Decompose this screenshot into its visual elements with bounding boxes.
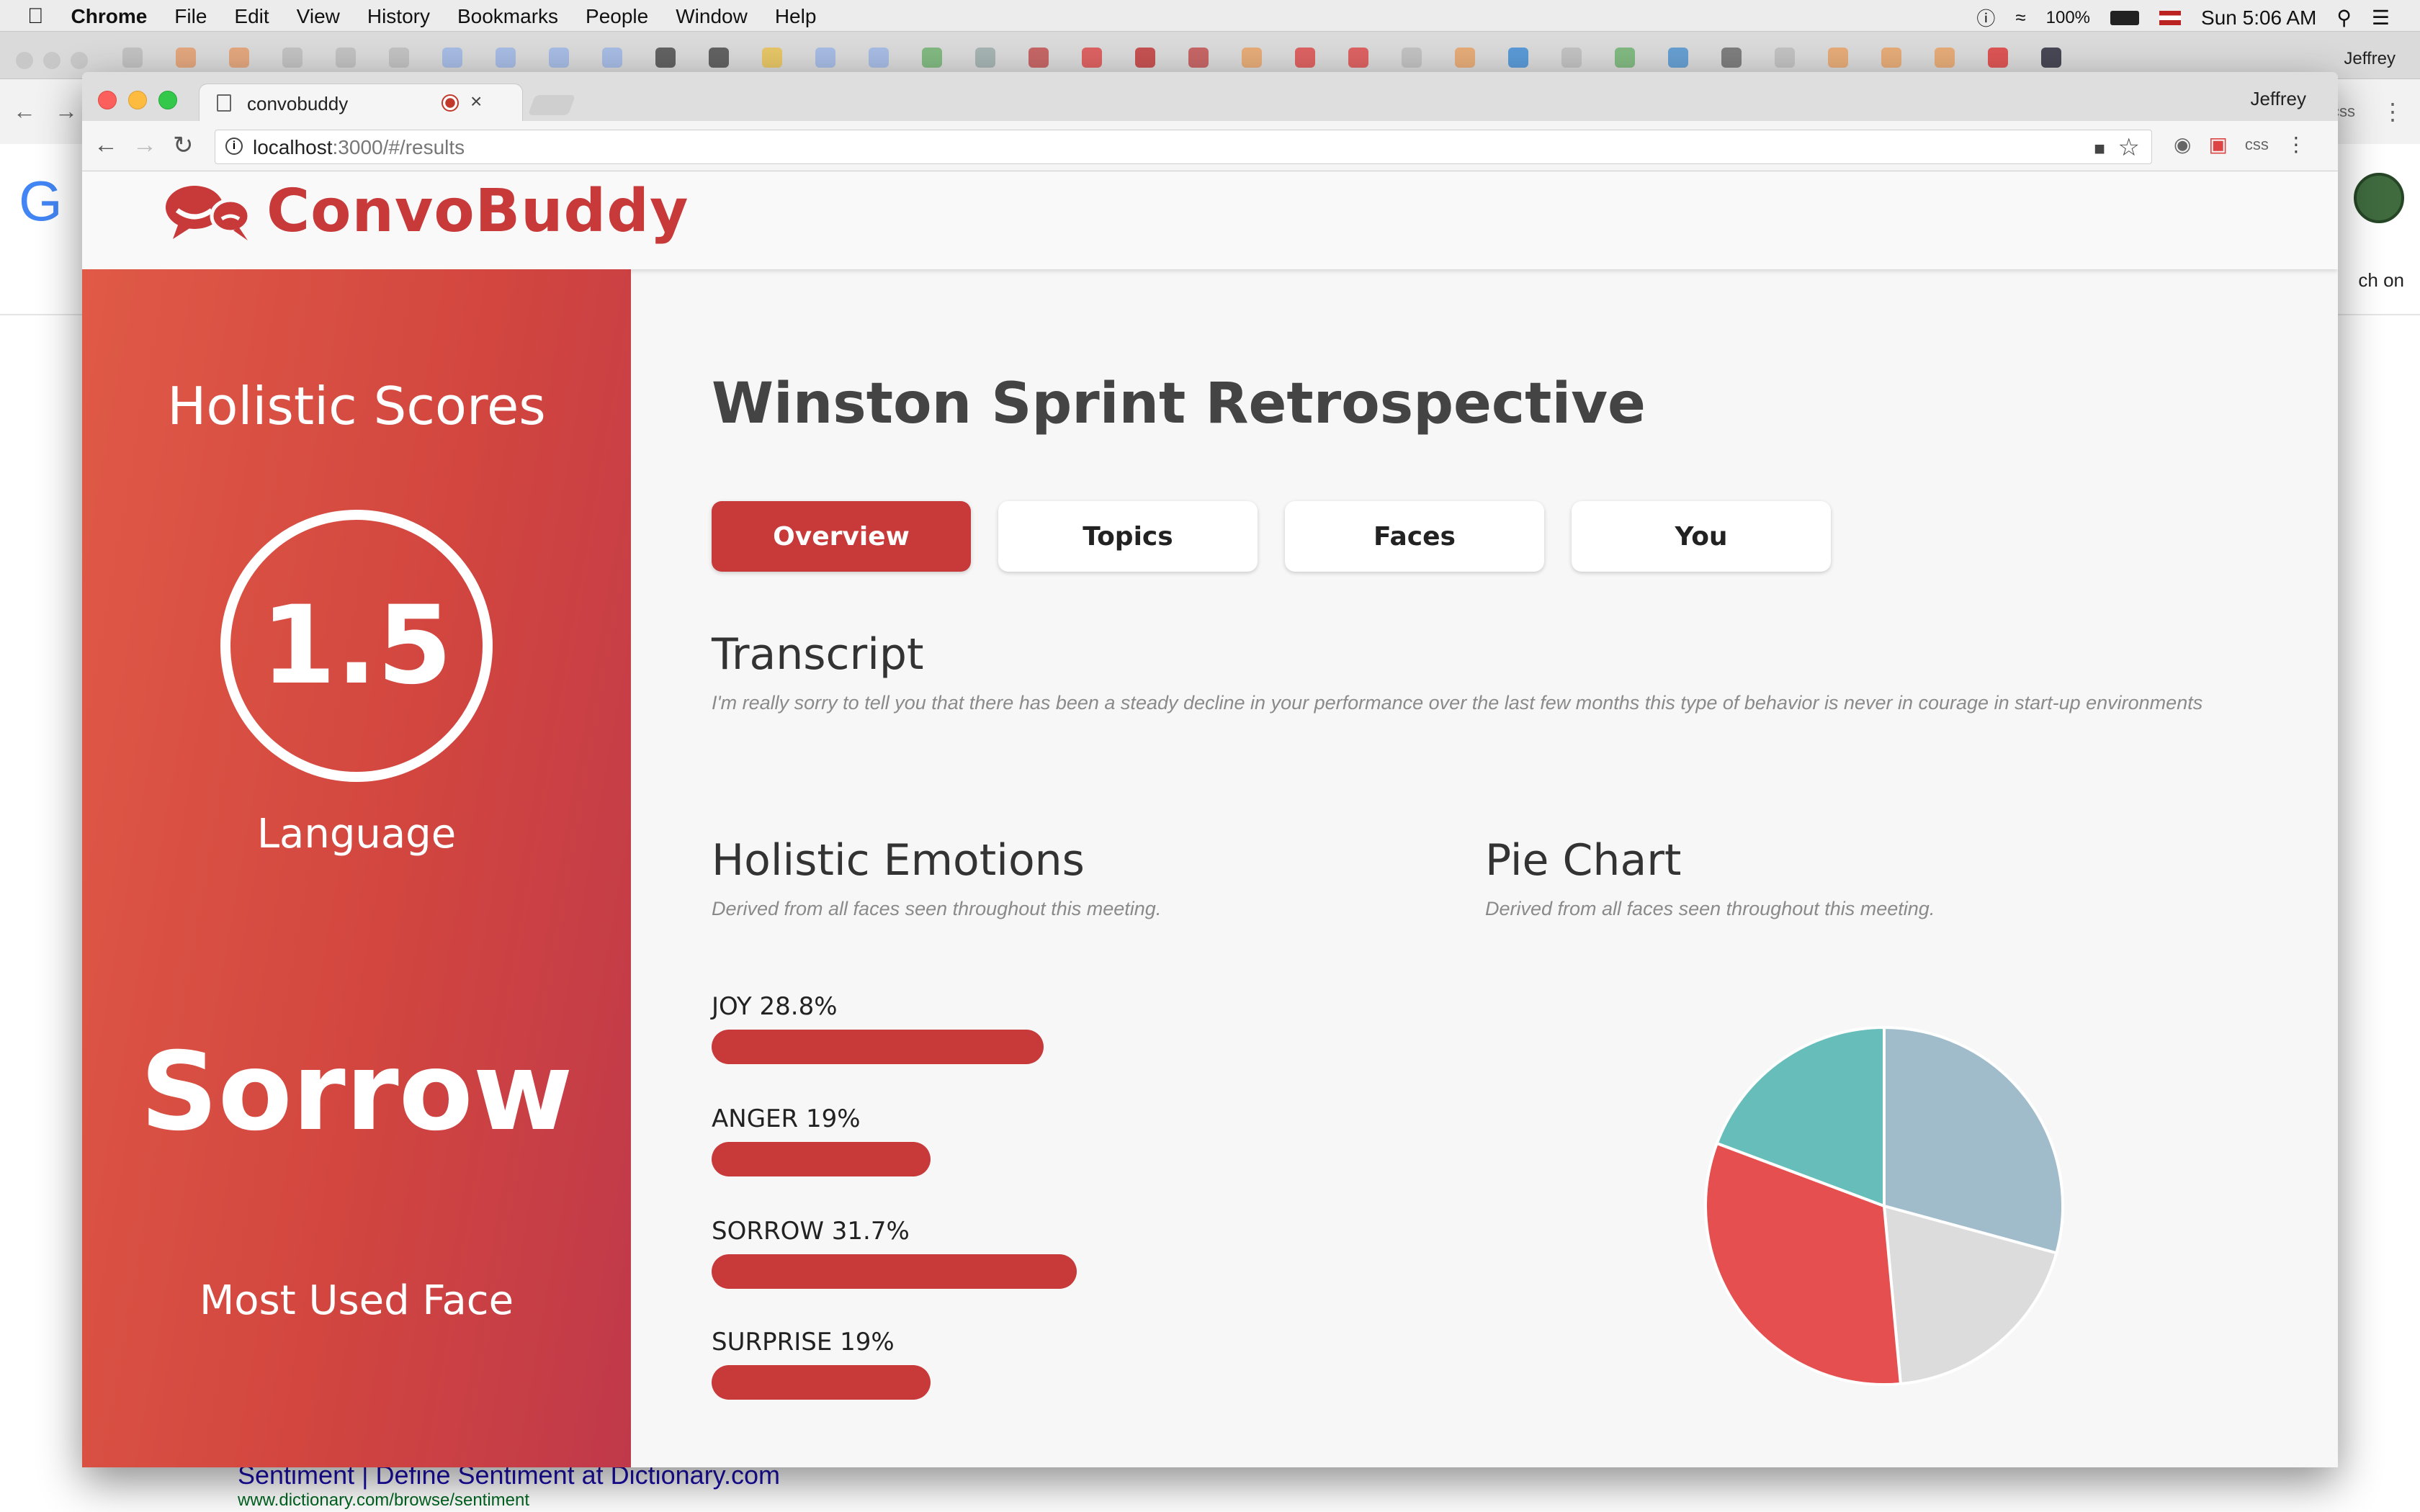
url-text[interactable]: localhost:3000/#/results [253, 136, 465, 159]
flag-icon[interactable] [2159, 10, 2182, 25]
convobuddy-app: ConvoBuddy Holistic Scores 1.5 Language … [82, 171, 2338, 1467]
tab-you[interactable]: You [1572, 501, 1831, 572]
document-icon [217, 94, 231, 112]
background-window-lights [16, 52, 88, 69]
notification-center-icon[interactable]: ☰ [2372, 6, 2390, 30]
brand-logo[interactable]: ConvoBuddy [164, 177, 689, 246]
address-bar[interactable]: i localhost:3000/#/results ■ ☆ [215, 130, 2152, 164]
emotion-bar-anger [712, 1142, 931, 1176]
css-extension-icon[interactable]: css [2245, 135, 2269, 154]
url-host: localhost [253, 136, 333, 158]
status-icon[interactable]: ⓘ [1976, 4, 1995, 31]
title-bar: convobuddy × Jeffrey [82, 72, 2338, 121]
speech-bubbles-icon [166, 185, 251, 240]
brand-name: ConvoBuddy [266, 177, 689, 246]
tab-overview[interactable]: Overview [712, 501, 971, 572]
browser-window: convobuddy × Jeffrey ← → ↻ i localhost:3… [82, 72, 2338, 1467]
info-icon[interactable]: i [225, 138, 243, 155]
extensions-area: ◉ ▣ css ⋮ [2174, 132, 2306, 156]
results-main: Winston Sprint Retrospective Overview To… [631, 269, 2338, 1467]
macos-menubar:  Chrome File Edit View History Bookmark… [0, 0, 2420, 32]
app-header: ConvoBuddy [82, 171, 2338, 269]
menu-help[interactable]: Help [775, 5, 817, 28]
apple-icon[interactable]:  [27, 4, 44, 29]
menu-edit[interactable]: Edit [234, 5, 269, 28]
new-tab-button[interactable] [527, 95, 576, 115]
most-used-face-value: Sorrow [140, 1030, 573, 1155]
meeting-title: Winston Sprint Retrospective [712, 372, 1646, 436]
menu-file[interactable]: File [174, 5, 207, 28]
reload-icon[interactable]: ↻ [173, 131, 194, 160]
score-label: Language [256, 811, 457, 858]
background-forward-icon[interactable]: → [55, 98, 78, 125]
menu-view[interactable]: View [297, 5, 340, 28]
forward-icon[interactable]: → [133, 131, 157, 159]
emotion-label-anger: ANGER 19% [712, 1104, 861, 1133]
background-menu-icon[interactable]: ⋮ [2381, 98, 2404, 125]
emotion-bar-sorrow [712, 1254, 1077, 1289]
battery-icon[interactable] [2110, 10, 2140, 25]
background-profile-name[interactable]: Jeffrey [2344, 49, 2396, 69]
emotion-bar-surprise [712, 1365, 931, 1400]
menu-history[interactable]: History [367, 5, 430, 28]
profile-name[interactable]: Jeffrey [2250, 88, 2306, 110]
browser-toolbar: ← → ↻ i localhost:3000/#/results ■ ☆ ◉ ▣… [82, 121, 2338, 171]
paint-bucket-extension-icon[interactable]: ◉ [2174, 132, 2191, 156]
recording-icon [442, 94, 459, 112]
wifi-icon[interactable]: ≈ [2015, 6, 2025, 29]
close-window-icon[interactable] [98, 91, 117, 109]
shield-extension-icon[interactable]: ▣ [2208, 132, 2227, 156]
menu-window[interactable]: Window [676, 5, 748, 28]
holistic-emotions-subtitle: Derived from all faces seen throughout t… [712, 898, 1162, 919]
zoom-window-icon[interactable] [158, 91, 177, 109]
emotion-label-joy: JOY 28.8% [712, 992, 838, 1021]
emotions-pie-chart [1704, 1025, 2064, 1386]
close-tab-icon[interactable]: × [470, 90, 482, 113]
transcript-text: I'm really sorry to tell you that there … [712, 692, 2203, 714]
menu-bookmarks[interactable]: Bookmarks [457, 5, 558, 28]
bookmark-star-icon[interactable]: ☆ [2118, 133, 2140, 162]
tab-faces[interactable]: Faces [1285, 501, 1544, 572]
back-icon[interactable]: ← [94, 131, 118, 159]
pie-chart-heading: Pie Chart [1485, 835, 1682, 886]
url-path: :3000/#/results [332, 136, 465, 158]
transcript-heading: Transcript [712, 629, 924, 680]
background-snippet: ch on [2358, 269, 2404, 291]
background-back-icon[interactable]: ← [13, 98, 36, 125]
language-score-circle: 1.5 [220, 510, 493, 782]
menu-people[interactable]: People [586, 5, 648, 28]
spotlight-icon[interactable]: ⚲ [2336, 6, 2352, 30]
minimize-window-icon[interactable] [128, 91, 147, 109]
emotion-label-surprise: SURPRISE 19% [712, 1328, 895, 1356]
chrome-menu-icon[interactable]: ⋮ [2286, 132, 2306, 156]
emotion-bar-joy [712, 1030, 1044, 1064]
holistic-emotions-heading: Holistic Emotions [712, 835, 1085, 886]
tab-topics[interactable]: Topics [998, 501, 1258, 572]
most-used-face-label: Most Used Face [199, 1277, 514, 1324]
menu-app-name[interactable]: Chrome [71, 5, 148, 28]
background-avatar[interactable] [2354, 173, 2404, 223]
pie-chart-subtitle: Derived from all faces seen throughout t… [1485, 898, 1935, 919]
sidebar-heading: Holistic Scores [167, 376, 546, 436]
tab-title: convobuddy [247, 93, 349, 114]
camera-icon[interactable]: ■ [2094, 138, 2105, 160]
background-tab-favicons [122, 48, 2061, 68]
emotion-label-sorrow: SORROW 31.7% [712, 1217, 910, 1246]
background-search-result-url: www.dictionary.com/browse/sentiment [238, 1490, 530, 1510]
battery-percent[interactable]: 100% [2046, 8, 2090, 28]
holistic-scores-sidebar: Holistic Scores 1.5 Language Sorrow Most… [82, 269, 631, 1467]
clock[interactable]: Sun 5:06 AM [2201, 6, 2316, 30]
results-tabs: Overview Topics Faces You [712, 501, 1831, 572]
google-logo-partial: G [19, 169, 63, 233]
tab-convobuddy[interactable]: convobuddy × [199, 84, 523, 121]
